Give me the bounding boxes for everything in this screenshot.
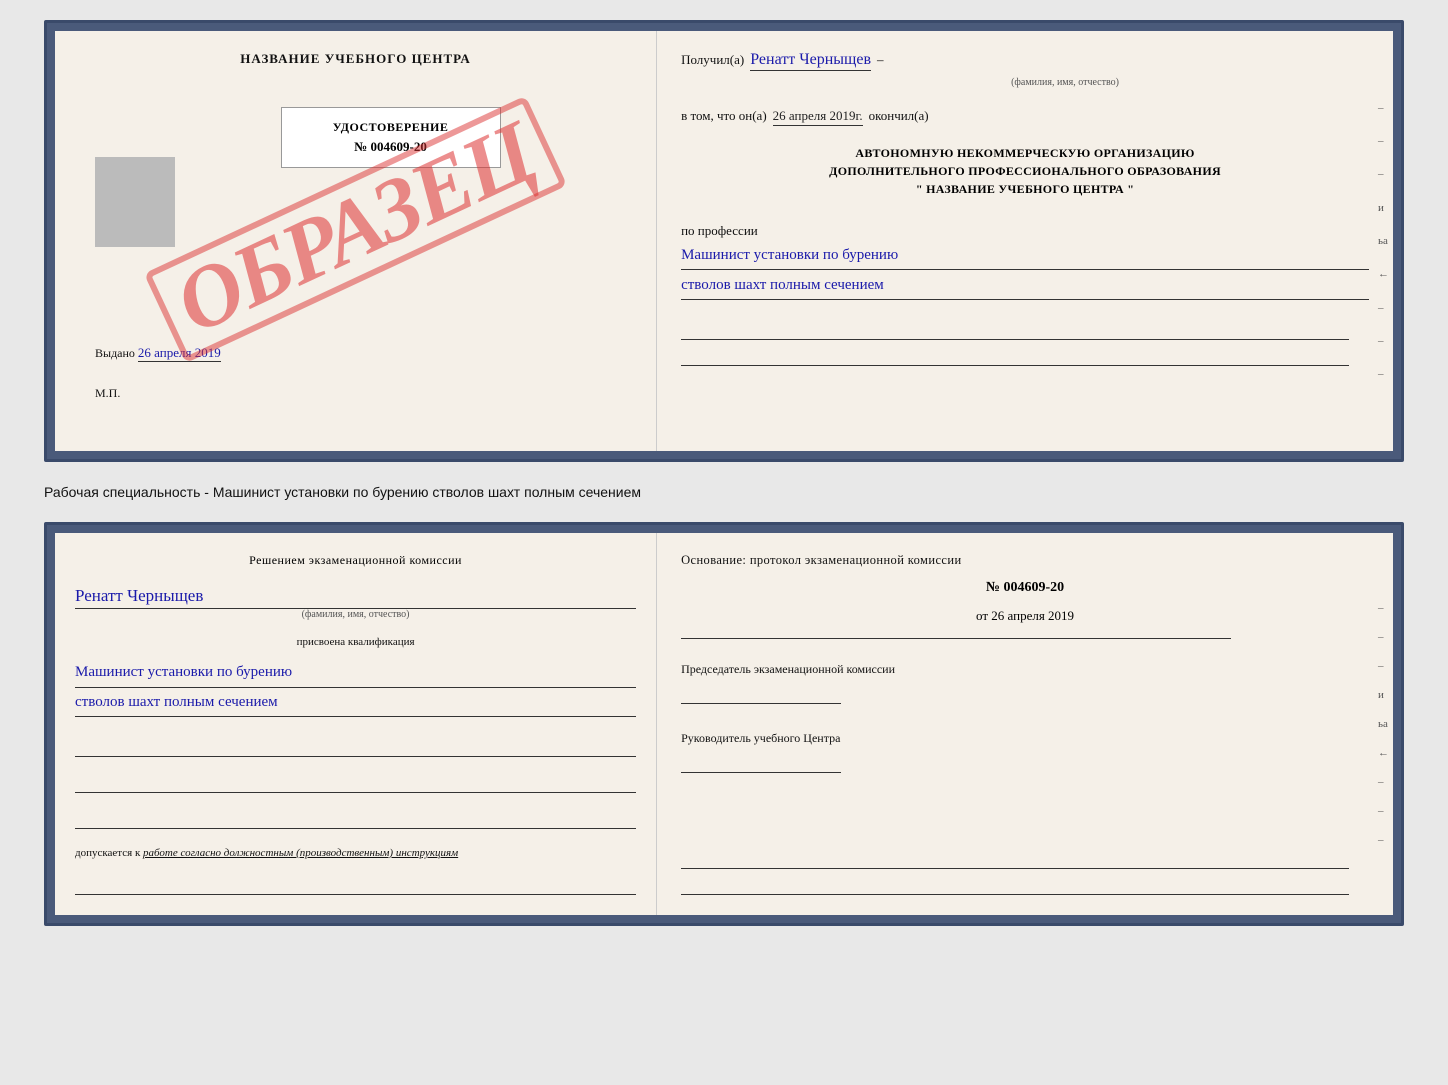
obrazec-stamp: ОБРАЗЕЦ bbox=[95, 87, 616, 371]
br-underline-1 bbox=[681, 851, 1349, 869]
separator-text: Рабочая специальность - Машинист установ… bbox=[44, 478, 1404, 506]
bottom-doc-right: – – – и ьа ← – – – Основание: протокол э… bbox=[657, 533, 1393, 915]
protocol-date: 26 апреля 2019 bbox=[991, 608, 1074, 623]
protocol-date-row: от 26 апреля 2019 bbox=[681, 608, 1369, 624]
profession-line1: Машинист установки по бурению bbox=[681, 242, 1369, 270]
top-doc-right: – – – и ьа ← – – – Получил(а) Ренатт Чер… bbox=[657, 31, 1393, 451]
kvali-line1: Машинист установки по бурению bbox=[75, 658, 636, 688]
stamp-area: УДОСТОВЕРЕНИЕ № 004609-20 ОБРАЗЕЦ Выдано… bbox=[75, 77, 636, 431]
bottom-name-block: Ренатт Черныщев (фамилия, имя, отчество) bbox=[75, 582, 636, 620]
vtom-row: в том, что он(а) 26 апреля 2019г. окончи… bbox=[681, 108, 1369, 126]
vtom-date: 26 апреля 2019г. bbox=[773, 108, 863, 126]
bottom-document: Решением экзаменационной комиссии Ренатт… bbox=[44, 522, 1404, 926]
mp-text: М.П. bbox=[95, 386, 120, 400]
kvali-block: Машинист установки по бурению стволов ша… bbox=[75, 658, 636, 717]
poluchil-name: Ренатт Черныщев bbox=[750, 51, 871, 71]
date-underline bbox=[681, 638, 1231, 639]
poluchil-row: Получил(а) Ренатт Черныщев – bbox=[681, 51, 1369, 71]
predsedatel-label: Председатель экзаменационной комиссии bbox=[681, 661, 1369, 678]
osnovanie-label: Основание: протокол экзаменационной коми… bbox=[681, 553, 1369, 568]
dopusk-underline bbox=[75, 877, 636, 895]
bottom-doc-left: Решением экзаменационной комиссии Ренатт… bbox=[55, 533, 657, 915]
bl-underline-1 bbox=[75, 739, 636, 757]
rukovoditel-block: Руководитель учебного Центра bbox=[681, 730, 1369, 773]
right-side-chars: – – – и ьа ← – – – bbox=[1378, 91, 1389, 391]
profession-line2: стволов шахт полным сечением bbox=[681, 272, 1369, 300]
bottom-fio-subtext: (фамилия, имя, отчество) bbox=[75, 609, 636, 620]
vtom-label: в том, что он(а) bbox=[681, 108, 767, 124]
fio-subtext-top: (фамилия, имя, отчество) bbox=[761, 77, 1369, 88]
protocol-date-prefix: от bbox=[976, 608, 988, 623]
dopusk-text: работе согласно должностным (производств… bbox=[143, 847, 458, 859]
bl-underline-2 bbox=[75, 775, 636, 793]
resheniem-label: Решением экзаменационной комиссии bbox=[75, 553, 636, 568]
underline-2 bbox=[681, 348, 1349, 366]
bottom-left-lines bbox=[75, 739, 636, 829]
prisvoena-label: присвоена квалификация bbox=[75, 636, 636, 648]
dopuskaetsya-block: допускается к работе согласно должностны… bbox=[75, 847, 636, 859]
top-document: НАЗВАНИЕ УЧЕБНОГО ЦЕНТРА УДОСТОВЕРЕНИЕ №… bbox=[44, 20, 1404, 462]
top-doc-left: НАЗВАНИЕ УЧЕБНОГО ЦЕНТРА УДОСТОВЕРЕНИЕ №… bbox=[55, 31, 657, 451]
bl-underline-3 bbox=[75, 811, 636, 829]
po-professii-label: по профессии bbox=[681, 223, 758, 238]
bottom-right-lines bbox=[681, 851, 1369, 895]
dopuskaetsya-label: допускается к bbox=[75, 847, 140, 859]
predsedatel-sig-line bbox=[681, 686, 841, 704]
poluchil-label: Получил(а) bbox=[681, 52, 744, 68]
block-line2: ДОПОЛНИТЕЛЬНОГО ПРОФЕССИОНАЛЬНОГО ОБРАЗО… bbox=[681, 162, 1369, 180]
kvali-line2: стволов шахт полным сечением bbox=[75, 688, 636, 718]
block-line1: АВТОНОМНУЮ НЕКОММЕРЧЕСКУЮ ОРГАНИЗАЦИЮ bbox=[681, 144, 1369, 162]
block-line3: " НАЗВАНИЕ УЧЕБНОГО ЦЕНТРА " bbox=[681, 180, 1369, 198]
br-underline-2 bbox=[681, 877, 1349, 895]
predsedatel-block: Председатель экзаменационной комиссии bbox=[681, 661, 1369, 704]
bottom-name: Ренатт Черныщев bbox=[75, 586, 636, 609]
underline-1 bbox=[681, 322, 1349, 340]
bottom-right-side-chars: – – – и ьа ← – – – bbox=[1378, 593, 1389, 855]
top-left-title: НАЗВАНИЕ УЧЕБНОГО ЦЕНТРА bbox=[240, 51, 471, 67]
mp-line: М.П. bbox=[95, 386, 120, 401]
bottom-underlines bbox=[681, 322, 1369, 366]
okonchil-label: окончил(а) bbox=[869, 108, 929, 124]
profession-block: по профессии Машинист установки по бурен… bbox=[681, 222, 1369, 300]
rukovoditel-label: Руководитель учебного Центра bbox=[681, 730, 1369, 747]
block-center: АВТОНОМНУЮ НЕКОММЕРЧЕСКУЮ ОРГАНИЗАЦИЮ ДО… bbox=[681, 144, 1369, 198]
protocol-number: № 004609-20 bbox=[681, 580, 1369, 596]
obrazec-text: ОБРАЗЕЦ bbox=[144, 95, 567, 362]
rukovoditel-sig-line bbox=[681, 755, 841, 773]
